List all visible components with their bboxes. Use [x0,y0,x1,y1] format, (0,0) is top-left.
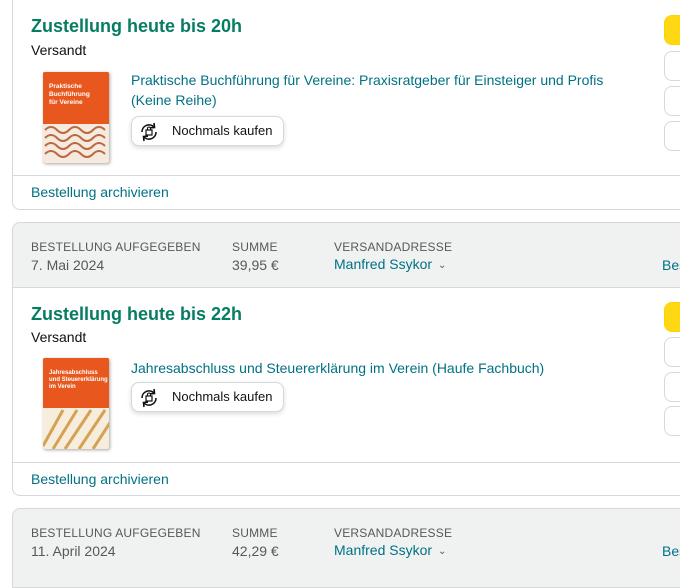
action-button-3[interactable] [664,406,680,436]
product-image[interactable]: Jahresabschluss und Steuererklärung im V… [43,358,109,449]
shipment-status: Versandt [31,42,87,58]
order-total-label: SUMME [232,526,278,540]
divider [13,462,680,463]
action-button-1[interactable] [664,51,680,81]
product-title-link[interactable]: Praktische Buchführung für Vereine: Prax… [131,70,631,110]
order-total-value: 42,29 € [232,543,279,559]
svg-text:für Vereine: für Vereine [49,99,83,106]
ship-to-dropdown[interactable]: Manfred Ssykor ⌄ [334,542,446,558]
buy-again-button[interactable]: Nochmals kaufen [131,116,284,146]
order-header: BESTELLUNG AUFGEGEBEN 11. April 2024 SUM… [12,508,680,588]
svg-text:im Verein: im Verein [49,384,76,390]
rebuy-icon [141,388,157,408]
order-header: BESTELLUNG AUFGEGEBEN 7. Mai 2024 SUMME … [12,222,680,288]
order-placed-label: BESTELLUNG AUFGEGEBEN [31,240,201,254]
track-package-button[interactable] [664,15,680,45]
chevron-down-icon: ⌄ [438,259,447,271]
action-button-3[interactable] [664,121,680,151]
divider [13,175,680,176]
ship-to-dropdown[interactable]: Manfred Ssykor ⌄ [334,256,446,272]
archive-order-link[interactable]: Bestellung archivieren [31,471,169,487]
order-card-1: Zustellung heute bis 20h Versandt Prakti… [12,0,680,210]
svg-text:Buchführung: Buchführung [49,91,90,98]
action-button-2[interactable] [664,86,680,116]
shipment-status: Versandt [31,329,87,345]
svg-text:und Steuererklärung: und Steuererklärung [49,377,108,383]
book-cover-art: Praktische Buchführung für Vereine [43,72,109,163]
buy-again-label: Nochmals kaufen [172,123,273,138]
buy-again-button[interactable]: Nochmals kaufen [131,382,284,412]
buy-again-label: Nochmals kaufen [172,389,273,404]
svg-text:Jahresabschluss: Jahresabschluss [49,370,98,376]
action-button-2[interactable] [664,372,680,402]
delivery-status: Zustellung heute bis 20h [31,16,243,36]
chevron-down-icon: ⌄ [438,545,447,557]
ship-to-name: Manfred Ssykor [334,256,433,272]
ship-to-name: Manfred Ssykor [334,542,433,558]
track-package-button[interactable] [664,302,680,332]
delivery-status: Zustellung heute bis 22h [31,304,243,324]
book-cover-art: Jahresabschluss und Steuererklärung im V… [43,358,109,449]
order-total-label: SUMME [232,240,278,254]
archive-order-link[interactable]: Bestellung archivieren [31,184,169,200]
order-details-link[interactable]: Bes [662,257,680,273]
ship-to-label: VERSANDADRESSE [334,526,453,540]
order-placed-date: 11. April 2024 [31,543,116,559]
product-image[interactable]: Praktische Buchführung für Vereine [43,72,109,163]
order-details-link[interactable]: Bes [662,543,680,559]
action-button-1[interactable] [664,337,680,367]
product-title-link[interactable]: Jahresabschluss und Steuererklärung im V… [131,358,631,378]
order-total-value: 39,95 € [232,257,279,273]
order-card-2: Zustellung heute bis 22h Versandt Jahres… [12,288,680,496]
order-placed-date: 7. Mai 2024 [31,257,105,273]
svg-text:Praktische: Praktische [49,83,82,90]
rebuy-icon [141,122,157,142]
ship-to-label: VERSANDADRESSE [334,240,453,254]
order-placed-label: BESTELLUNG AUFGEGEBEN [31,526,201,540]
